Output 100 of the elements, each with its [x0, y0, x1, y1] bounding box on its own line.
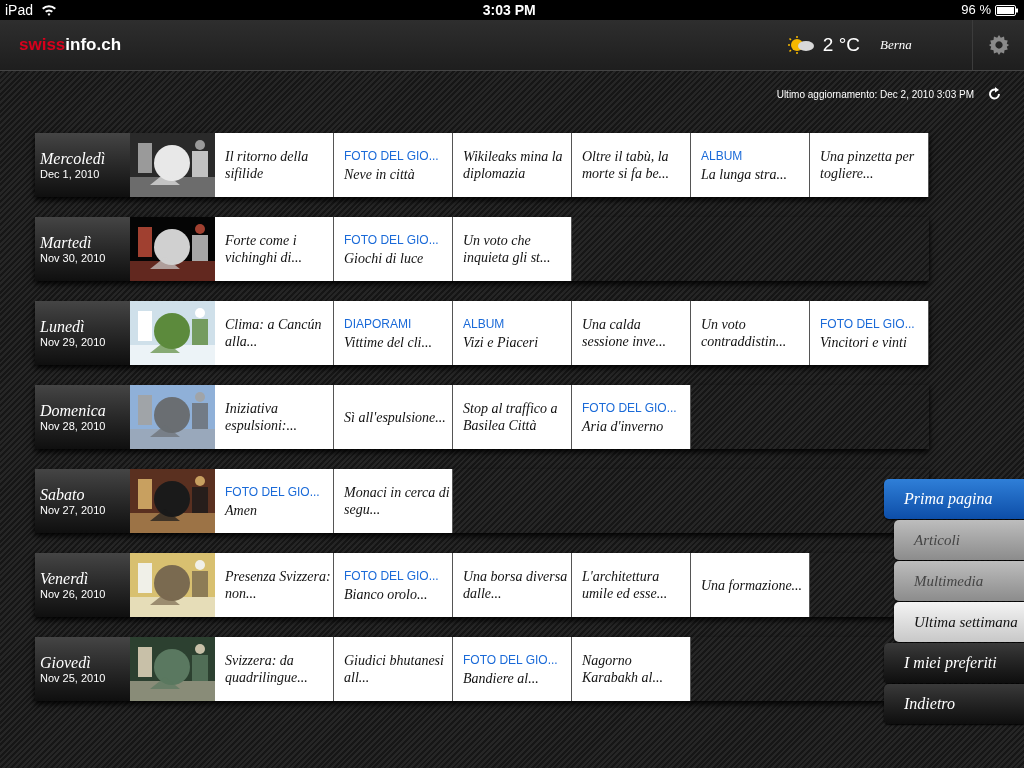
article-tile[interactable]: Sì all'espulsione... — [334, 385, 453, 449]
article-tile[interactable]: Clima: a Cancún alla... — [215, 301, 334, 365]
article-tile[interactable]: Monaci in cerca di segu... — [334, 469, 453, 533]
article-tile[interactable]: Iniziativa espulsioni:... — [215, 385, 334, 449]
article-title: Monaci in cerca di segu... — [344, 484, 450, 518]
article-tile[interactable]: FOTO DEL GIO... Bandiere al... — [453, 637, 572, 701]
date-text: Nov 27, 2010 — [40, 504, 107, 517]
sun-cloud-icon — [786, 35, 815, 55]
article-tile[interactable]: FOTO DEL GIO... Giochi di luce — [334, 217, 453, 281]
article-tile[interactable]: FOTO DEL GIO... Amen — [215, 469, 334, 533]
menu-item[interactable]: Indietro — [884, 684, 1024, 724]
article-tile[interactable]: Giudici bhutanesi all... — [334, 637, 453, 701]
menu-item[interactable]: Multimedia — [894, 561, 1024, 601]
category-label: FOTO DEL GIO... — [344, 567, 440, 584]
day-name: Domenica — [40, 401, 107, 420]
article-title: Un voto contraddistin... — [701, 316, 788, 350]
article-tile[interactable]: FOTO DEL GIO... Bianco orolo... — [334, 553, 453, 617]
article-title: Vincitori e vinti — [820, 333, 908, 351]
article-tile[interactable]: Forte come i vichinghi di... — [215, 217, 334, 281]
article-title: Stop al traffico a Basilea Città — [463, 400, 559, 434]
article-tile[interactable]: ALBUM La lunga stra... — [691, 133, 810, 197]
battery-icon — [995, 4, 1019, 16]
article-title: Il ritorno della sifilide — [225, 148, 310, 182]
article-title: Iniziativa espulsioni:... — [225, 400, 298, 434]
article-title: Aria d'inverno — [582, 417, 665, 435]
article-tile[interactable]: Una calda sessione inve... — [572, 301, 691, 365]
settings-icon — [987, 34, 1010, 56]
article-title: Un voto che inquieta gli st... — [463, 232, 552, 266]
article-title: Una formazione... — [701, 576, 804, 594]
article-tile[interactable]: FOTO DEL GIO... Vincitori e vinti — [810, 301, 929, 365]
article-tile[interactable]: Un voto contraddistin... — [691, 301, 810, 365]
article-title: La lunga stra... — [701, 165, 788, 183]
article-tile[interactable]: ALBUM Vizi e Piaceri — [453, 301, 572, 365]
article-title: Vittime del cli... — [344, 333, 433, 351]
article-title: Giudici bhutanesi all... — [344, 652, 445, 686]
article-title: Clima: a Cancún alla... — [225, 316, 323, 350]
last-update: Ultimo aggiornamento: Dec 2, 2010 3:03 PM — [776, 87, 974, 102]
day-name: Lunedì — [40, 317, 86, 336]
article-tile[interactable]: Wikileaks mina la diplomazia — [453, 133, 572, 197]
article-tile[interactable]: Oltre il tabù, la morte si fa be... — [572, 133, 691, 197]
category-label: ALBUM — [463, 315, 506, 332]
article-tile[interactable]: Il ritorno della sifilide — [215, 133, 334, 197]
article-title: Neve in città — [344, 165, 416, 183]
city-name: Berna — [880, 36, 913, 55]
battery-percent: 96 % — [961, 1, 991, 20]
article-title: Bandiere al... — [463, 669, 540, 687]
date-text: Dec 1, 2010 — [40, 168, 101, 181]
status-time: 3:03 PM — [482, 0, 536, 20]
wifi-icon — [41, 4, 58, 16]
category-label: FOTO DEL GIO... — [820, 315, 916, 332]
article-title: Giochi di luce — [344, 249, 425, 267]
article-title: L'architettura umile ed esse... — [582, 568, 669, 602]
article-title: Nagorno Karabakh al... — [582, 652, 664, 686]
article-title: Presenza Svizzera: non... — [225, 568, 331, 602]
article-tile[interactable]: Stop al traffico a Basilea Città — [453, 385, 572, 449]
category-label: ALBUM — [701, 147, 744, 164]
article-title: Vizi e Piaceri — [463, 333, 540, 351]
device-name: iPad — [5, 0, 34, 20]
article-title: Wikileaks mina la diplomazia — [463, 148, 564, 182]
article-tile[interactable]: DIAPORAMI Vittime del cli... — [334, 301, 453, 365]
day-name: Mercoledì — [40, 149, 107, 168]
date-text: Nov 30, 2010 — [40, 252, 107, 265]
article-title: Bianco orolo... — [344, 585, 429, 603]
date-text: Nov 28, 2010 — [40, 420, 107, 433]
category-label: FOTO DEL GIO... — [344, 231, 440, 248]
article-tile[interactable]: Una formazione... — [691, 553, 810, 617]
category-label: FOTO DEL GIO... — [463, 651, 559, 668]
article-title: Una pinzetta per togliere... — [820, 148, 916, 182]
article-tile[interactable]: Svizzera: da quadrilingue... — [215, 637, 334, 701]
menu-item[interactable]: Ultima settimana — [894, 602, 1024, 642]
logo: swissinfo.ch — [19, 34, 122, 57]
article-title: Sì all'espulsione... — [344, 408, 447, 426]
date-text: Nov 25, 2010 — [40, 672, 107, 685]
day-name: Venerdì — [40, 569, 90, 588]
day-name: Sabato — [40, 485, 86, 504]
article-tile[interactable]: FOTO DEL GIO... Neve in città — [334, 133, 453, 197]
article-title: Amen — [225, 501, 258, 519]
day-name: Giovedì — [40, 653, 92, 672]
article-title: Svizzera: da quadrilingue... — [225, 652, 309, 686]
article-tile[interactable]: L'architettura umile ed esse... — [572, 553, 691, 617]
article-tile[interactable]: Nagorno Karabakh al... — [572, 637, 691, 701]
menu-item[interactable]: Prima pagina — [884, 479, 1024, 519]
refresh-icon[interactable] — [988, 87, 1002, 101]
article-tile[interactable]: FOTO DEL GIO... Aria d'inverno — [572, 385, 691, 449]
article-tile[interactable]: Presenza Svizzera: non... — [215, 553, 334, 617]
article-title: Forte come i vichinghi di... — [225, 232, 303, 266]
article-title: Una calda sessione inve... — [582, 316, 667, 350]
category-label: FOTO DEL GIO... — [582, 399, 678, 416]
category-label: FOTO DEL GIO... — [344, 147, 440, 164]
article-title: Una borsa diversa dalle... — [463, 568, 569, 602]
article-tile[interactable]: Una borsa diversa dalle... — [453, 553, 572, 617]
article-tile[interactable]: Una pinzetta per togliere... — [810, 133, 929, 197]
day-name: Martedì — [40, 233, 93, 252]
article-tile[interactable]: Un voto che inquieta gli st... — [453, 217, 572, 281]
menu-item[interactable]: Articoli — [894, 520, 1024, 560]
category-label: DIAPORAMI — [344, 315, 413, 332]
date-text: Nov 29, 2010 — [40, 336, 107, 349]
article-title: Oltre il tabù, la morte si fa be... — [582, 148, 671, 182]
category-label: FOTO DEL GIO... — [225, 483, 321, 500]
menu-item[interactable]: I miei preferiti — [884, 643, 1024, 683]
